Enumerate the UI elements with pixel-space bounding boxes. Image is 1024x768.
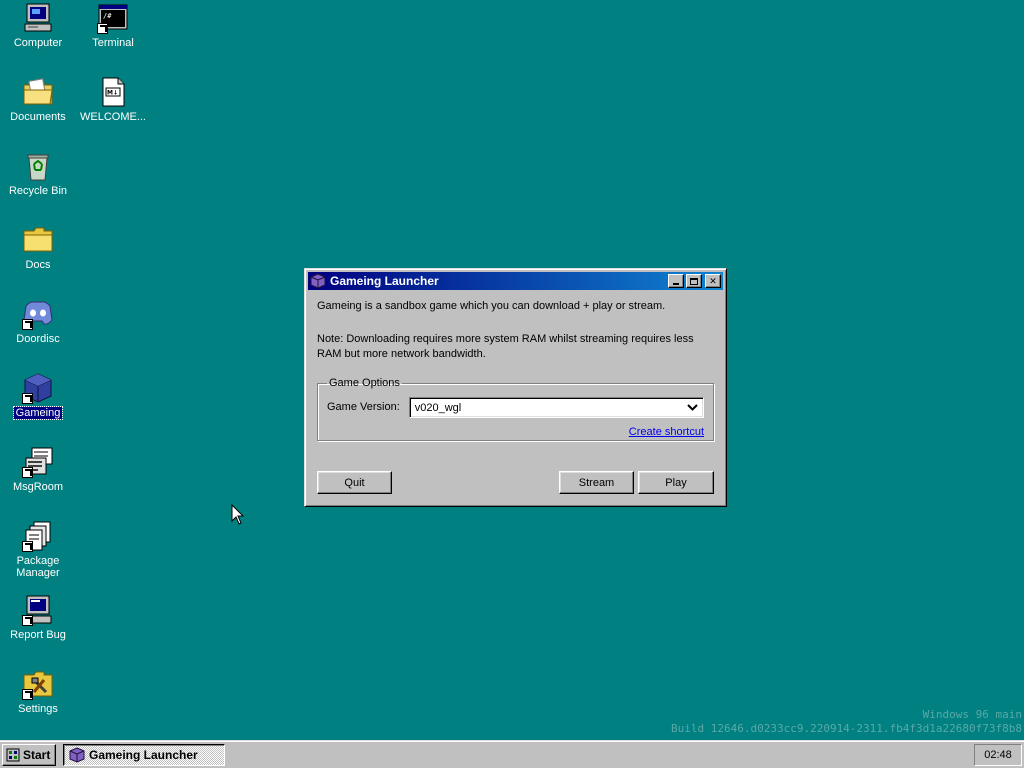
minimize-button[interactable]: [668, 274, 684, 288]
gameing-cube-icon: [69, 747, 85, 763]
watermark-line-1: Windows 96 main: [922, 708, 1022, 721]
start-label: Start: [23, 748, 51, 762]
folder-icon: [22, 224, 54, 256]
build-watermark: Windows 96 main Build 12646.d0233cc9.220…: [671, 708, 1022, 736]
maximize-icon: [690, 277, 698, 285]
terminal-icon: /#: [97, 2, 129, 34]
game-options-group: Game Options Game Version: v020_wgl Crea…: [317, 376, 714, 441]
gameing-launcher-window[interactable]: Gameing Launcher ✕ Gameing is a sandbox …: [304, 268, 727, 507]
desktop-icon-label: Recycle Bin: [8, 185, 68, 197]
svg-text:M↓: M↓: [107, 90, 118, 97]
close-icon: ✕: [709, 275, 717, 286]
gameing-cube-icon: [22, 372, 54, 404]
desktop-icon-package-manager[interactable]: Package Manager: [1, 520, 75, 579]
window-body: Gameing is a sandbox game which you can …: [308, 290, 723, 441]
note-text: Note: Downloading requires more system R…: [317, 333, 694, 360]
report-bug-icon: [22, 594, 54, 626]
desktop-icon-label: WELCOME...: [79, 111, 146, 123]
mouse-pointer-icon: [231, 504, 245, 525]
doordisc-icon: [22, 298, 54, 330]
desktop-icon-report-bug[interactable]: Report Bug: [1, 594, 75, 641]
play-button[interactable]: Play: [638, 471, 714, 494]
desktop-icon-label: Settings: [18, 703, 58, 715]
minimize-icon: [673, 283, 679, 285]
desktop-icon-welcome[interactable]: M↓ WELCOME...: [76, 76, 150, 123]
create-shortcut-link[interactable]: Create shortcut: [629, 426, 704, 438]
desktop-icon-label: Report Bug: [10, 629, 66, 641]
shortcut-arrow-icon: [22, 689, 33, 700]
window-titlebar[interactable]: Gameing Launcher ✕: [308, 272, 723, 290]
recycle-bin-icon: [22, 150, 54, 182]
desktop-icon-settings[interactable]: Settings: [1, 668, 75, 715]
stream-button[interactable]: Stream: [559, 471, 634, 494]
package-manager-icon: [22, 520, 54, 552]
start-button[interactable]: Start: [2, 744, 56, 766]
msgroom-icon: [22, 446, 54, 478]
desktop-icon-label: MsgRoom: [12, 481, 64, 493]
watermark-line-2: Build 12646.d0233cc9.220914-2311.fb4f3d1…: [671, 722, 1022, 735]
maximize-button[interactable]: [686, 274, 702, 288]
desktop-icon-msgroom[interactable]: MsgRoom: [1, 446, 75, 493]
shortcut-arrow-icon: [22, 541, 33, 552]
desktop-icon-terminal[interactable]: /# Terminal: [76, 2, 150, 49]
svg-text:/#: /#: [103, 12, 112, 20]
shortcut-arrow-icon: [97, 23, 108, 34]
chevron-down-icon[interactable]: [684, 400, 700, 415]
documents-folder-icon: [22, 76, 54, 108]
window-title: Gameing Launcher: [330, 274, 439, 288]
game-options-legend: Game Options: [329, 377, 400, 389]
desktop-icon-gameing[interactable]: Gameing: [1, 372, 75, 420]
desktop-icon-recycle-bin[interactable]: Recycle Bin: [1, 150, 75, 197]
settings-icon: [22, 668, 54, 700]
game-version-select[interactable]: v020_wgl: [408, 397, 704, 418]
desktop-icon-label: Package Manager: [16, 555, 60, 579]
start-logo-icon: [6, 748, 20, 762]
shortcut-arrow-icon: [22, 615, 33, 626]
desktop-icon-doordisc[interactable]: Doordisc: [1, 298, 75, 345]
clock-time: 02:48: [984, 749, 1012, 761]
close-button[interactable]: ✕: [705, 274, 721, 288]
desktop-icon-label: Computer: [13, 37, 63, 49]
gameing-cube-icon: [310, 273, 326, 289]
taskbar-item-gameing-launcher[interactable]: Gameing Launcher: [63, 744, 225, 766]
desktop-icon-label: Doordisc: [16, 333, 60, 345]
desktop-icon-label: Terminal: [92, 37, 134, 49]
desktop-icon-docs[interactable]: Docs: [1, 224, 75, 271]
taskbar: Start Gameing Launcher 02:48: [0, 740, 1024, 768]
desktop-icon-computer[interactable]: Computer: [1, 2, 75, 49]
description-text: Gameing is a sandbox game which you can …: [317, 300, 666, 312]
markdown-file-icon: M↓: [97, 76, 129, 108]
desktop-icon-label: Docs: [25, 259, 51, 271]
computer-icon: [22, 2, 54, 34]
quit-button[interactable]: Quit: [317, 471, 392, 494]
desktop-icon-label: Gameing: [12, 406, 64, 420]
shortcut-arrow-icon: [22, 467, 33, 478]
desktop-icon-documents[interactable]: Documents: [1, 76, 75, 123]
game-version-value: v020_wgl: [414, 402, 462, 414]
taskbar-item-label: Gameing Launcher: [89, 748, 198, 762]
desktop-icon-label: Documents: [10, 111, 66, 123]
system-tray-clock[interactable]: 02:48: [974, 744, 1022, 766]
shortcut-arrow-icon: [22, 319, 33, 330]
game-version-label: Game Version:: [327, 401, 400, 413]
shortcut-arrow-icon: [22, 393, 33, 404]
